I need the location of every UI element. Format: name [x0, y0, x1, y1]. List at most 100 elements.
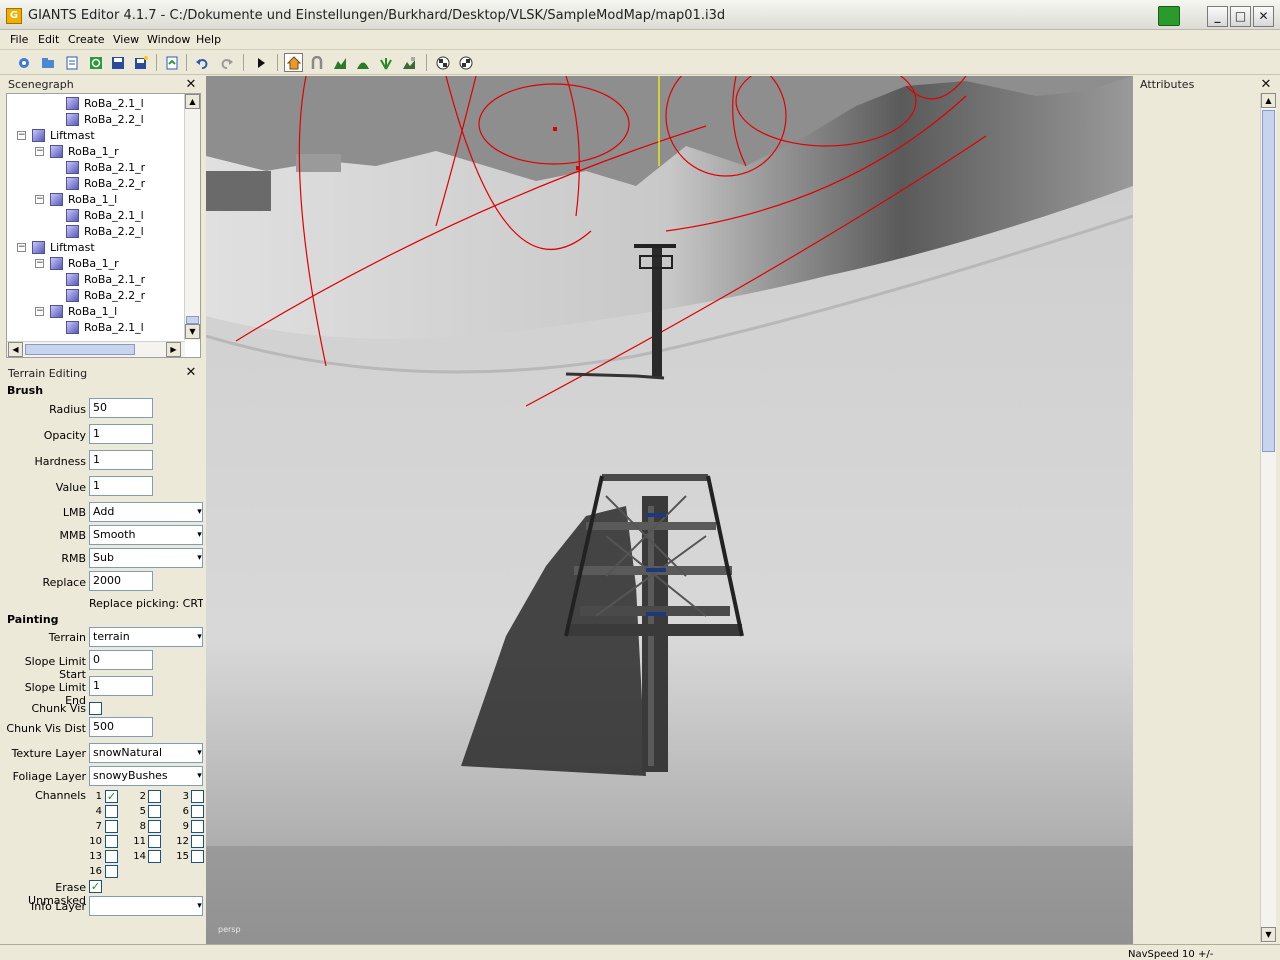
- scroll-right-icon[interactable]: ▶: [166, 342, 181, 357]
- terrain-editing-close-icon[interactable]: ✕: [185, 366, 197, 379]
- scroll-up-icon[interactable]: ▲: [1261, 93, 1276, 108]
- collapse-icon[interactable]: −: [17, 242, 26, 252]
- scenegraph-hscrollbar[interactable]: ◀ ▶: [7, 341, 185, 357]
- slope-end-field[interactable]: 1: [89, 676, 153, 696]
- hardness-field[interactable]: 1: [89, 450, 153, 470]
- menu-window[interactable]: Window: [147, 33, 190, 46]
- channel-checkbox[interactable]: [191, 850, 204, 863]
- tree-item[interactable]: RoBa_2.1_l: [51, 319, 144, 335]
- home-icon[interactable]: [284, 53, 303, 72]
- menu-file[interactable]: File: [10, 33, 28, 46]
- tree-item[interactable]: RoBa_2.2_r: [51, 175, 145, 191]
- channel-checkbox[interactable]: [191, 820, 204, 833]
- menu-help[interactable]: Help: [196, 33, 221, 46]
- collapse-icon[interactable]: −: [35, 194, 44, 204]
- checker-icon[interactable]: [433, 53, 452, 72]
- tree-item[interactable]: RoBa_2.1_l: [51, 207, 144, 223]
- collapse-icon[interactable]: −: [17, 130, 26, 140]
- terrain-raise-icon[interactable]: [330, 53, 349, 72]
- new-icon[interactable]: [14, 53, 33, 72]
- checker-settings-icon[interactable]: [456, 53, 475, 72]
- channel-checkbox[interactable]: [191, 805, 204, 818]
- scroll-down-icon[interactable]: ▼: [1261, 927, 1276, 942]
- lmb-select[interactable]: Add ▾: [89, 502, 203, 522]
- channel-checkbox[interactable]: [148, 850, 161, 863]
- channel-checkbox[interactable]: [148, 805, 161, 818]
- attributes-scrollbar[interactable]: ▲ ▼: [1260, 93, 1276, 943]
- building-roof: [296, 154, 341, 172]
- opacity-field[interactable]: 1: [89, 424, 153, 444]
- info-layer-select[interactable]: ▾: [89, 896, 203, 916]
- erase-unmasked-checkbox[interactable]: ✓: [89, 880, 102, 893]
- tree-item[interactable]: RoBa_2.1_l: [51, 95, 144, 111]
- open-icon[interactable]: [38, 53, 57, 72]
- channel-checkbox[interactable]: ✓: [105, 790, 118, 803]
- chunk-vis-checkbox[interactable]: [89, 702, 102, 715]
- tree-item[interactable]: RoBa_2.2_r: [51, 287, 145, 303]
- redo-icon[interactable]: [217, 53, 236, 72]
- tree-item[interactable]: RoBa_2.1_r: [51, 159, 145, 175]
- scenegraph-close-icon[interactable]: ✕: [185, 78, 197, 91]
- menu-view[interactable]: View: [113, 33, 139, 46]
- 3d-viewport[interactable]: persp: [206, 76, 1133, 944]
- tree-item[interactable]: − Liftmast: [17, 239, 95, 255]
- channel-checkbox[interactable]: [191, 835, 204, 848]
- magnet-icon[interactable]: [307, 53, 326, 72]
- mmb-select[interactable]: Smooth ▾: [89, 525, 203, 545]
- maximize-button[interactable]: □: [1230, 6, 1251, 27]
- minimize-button[interactable]: _: [1207, 6, 1228, 27]
- menu-edit[interactable]: Edit: [38, 33, 59, 46]
- refresh-icon[interactable]: [86, 53, 105, 72]
- scroll-thumb[interactable]: [1262, 110, 1275, 452]
- collapse-icon[interactable]: −: [35, 146, 44, 156]
- scroll-up-icon[interactable]: ▲: [185, 94, 200, 109]
- replace-field[interactable]: 2000: [89, 571, 153, 591]
- tree-item[interactable]: − RoBa_1_l: [35, 303, 117, 319]
- foliage-icon[interactable]: [376, 53, 395, 72]
- channel-checkbox[interactable]: [105, 835, 118, 848]
- save-icon[interactable]: [108, 53, 127, 72]
- scroll-down-icon[interactable]: ▼: [185, 324, 200, 339]
- scroll-thumb[interactable]: [186, 316, 199, 324]
- scroll-thumb-horizontal[interactable]: [25, 344, 135, 355]
- collapse-icon[interactable]: −: [35, 258, 44, 268]
- value-field[interactable]: 1: [89, 476, 153, 496]
- channel-checkbox[interactable]: [148, 790, 161, 803]
- slope-start-field[interactable]: 0: [89, 650, 153, 670]
- channel-checkbox[interactable]: [105, 865, 118, 878]
- tree-item[interactable]: − Liftmast: [17, 127, 95, 143]
- channel-checkbox[interactable]: [148, 835, 161, 848]
- channel-checkbox[interactable]: [191, 790, 204, 803]
- terrain-smooth-icon[interactable]: [353, 53, 372, 72]
- scenegraph-vscrollbar[interactable]: ▲ ▼: [184, 94, 200, 340]
- tree-item[interactable]: RoBa_2.2_l: [51, 111, 144, 127]
- rmb-select[interactable]: Sub ▾: [89, 548, 203, 568]
- menu-create[interactable]: Create: [68, 33, 105, 46]
- undo-icon[interactable]: [192, 53, 211, 72]
- channel-checkbox[interactable]: [105, 820, 118, 833]
- collapse-icon[interactable]: −: [35, 306, 44, 316]
- terrain-select[interactable]: terrain ▾: [89, 627, 203, 647]
- attributes-close-icon[interactable]: ✕: [1260, 78, 1272, 91]
- texture-layer-select[interactable]: snowNatural ▾: [89, 743, 203, 763]
- tree-item[interactable]: RoBa_2.1_r: [51, 271, 145, 287]
- tree-item[interactable]: RoBa_2.2_l: [51, 223, 144, 239]
- channel-checkbox[interactable]: [105, 805, 118, 818]
- tree-item[interactable]: − RoBa_1_r: [35, 255, 119, 271]
- foliage-layer-select[interactable]: snowyBushes ▾: [89, 766, 203, 786]
- list-icon[interactable]: [62, 53, 81, 72]
- texture-paint-icon[interactable]: [399, 53, 418, 72]
- tree-item[interactable]: − RoBa_1_r: [35, 143, 119, 159]
- tray-app-icon[interactable]: [1158, 6, 1180, 26]
- tree-item[interactable]: − RoBa_1_l: [35, 191, 117, 207]
- play-icon[interactable]: [251, 53, 270, 72]
- scenegraph-tree[interactable]: RoBa_2.1_l RoBa_2.2_l − Liftmast − RoBa_1_r Ro…: [6, 93, 201, 358]
- channel-checkbox[interactable]: [148, 820, 161, 833]
- save-as-icon[interactable]: [131, 53, 150, 72]
- import-icon[interactable]: [162, 53, 181, 72]
- channel-checkbox[interactable]: [105, 850, 118, 863]
- scroll-left-icon[interactable]: ◀: [8, 342, 23, 357]
- close-button[interactable]: ✕: [1253, 6, 1274, 27]
- radius-field[interactable]: 50: [89, 398, 153, 418]
- chunk-dist-field[interactable]: 500: [89, 717, 153, 737]
